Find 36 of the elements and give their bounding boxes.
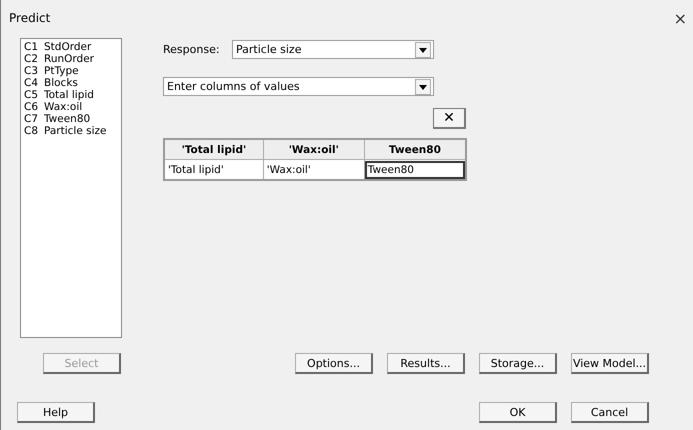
response-dropdown[interactable]: Particle size	[232, 40, 434, 59]
column-name[interactable]: Blocks	[44, 77, 78, 89]
column-id: C7	[24, 113, 40, 125]
help-button[interactable]: Help	[17, 402, 95, 423]
dialog-button[interactable]: View Model...	[571, 353, 649, 374]
column-id: C4	[24, 77, 40, 89]
column-name[interactable]: RunOrder	[44, 53, 94, 65]
column-header: 'Total lipid'	[164, 139, 264, 160]
column-header: 'Wax:oil'	[263, 139, 364, 160]
column-id: C2	[24, 53, 40, 65]
dialog-button[interactable]: Cancel	[571, 402, 649, 423]
column-id: C5	[24, 89, 40, 101]
column-name[interactable]: Total lipid	[44, 89, 94, 101]
mode-dropdown[interactable]: Enter columns of values	[163, 77, 434, 96]
column-header: Tween80	[364, 139, 466, 160]
table-cell[interactable]: Tween80	[364, 160, 466, 180]
table-cell[interactable]: 'Wax:oil'	[263, 160, 364, 180]
close-button[interactable]: ×	[672, 8, 689, 28]
column-list[interactable]: C1 StdOrder C2 RunOrder C3 PtType C4 Blocks C5 Total lipid C6 Wax:oil C7 Tween80 C8 Particle size	[20, 38, 122, 338]
table-cell[interactable]: 'Total lipid'	[164, 160, 264, 180]
column-id: C8	[24, 125, 40, 137]
clear-button[interactable]: ✕	[433, 108, 466, 129]
dialog-button[interactable]: Options...	[295, 353, 373, 374]
column-name[interactable]: StdOrder	[44, 41, 92, 53]
column-name[interactable]: Particle size	[44, 125, 106, 137]
column-name[interactable]: PtType	[44, 65, 79, 77]
window-title: Predict	[9, 11, 50, 25]
column-id: C1	[24, 41, 40, 53]
column-name[interactable]: Wax:oil	[44, 101, 82, 113]
dialog-button[interactable]: Storage...	[479, 353, 557, 374]
column-id: C6	[24, 101, 40, 113]
response-label: Response:	[163, 43, 221, 56]
column-name[interactable]: Tween80	[44, 113, 90, 125]
dialog-button[interactable]: Results...	[387, 353, 465, 374]
column-id: C3	[24, 65, 40, 77]
dialog-button[interactable]: OK	[479, 402, 557, 423]
